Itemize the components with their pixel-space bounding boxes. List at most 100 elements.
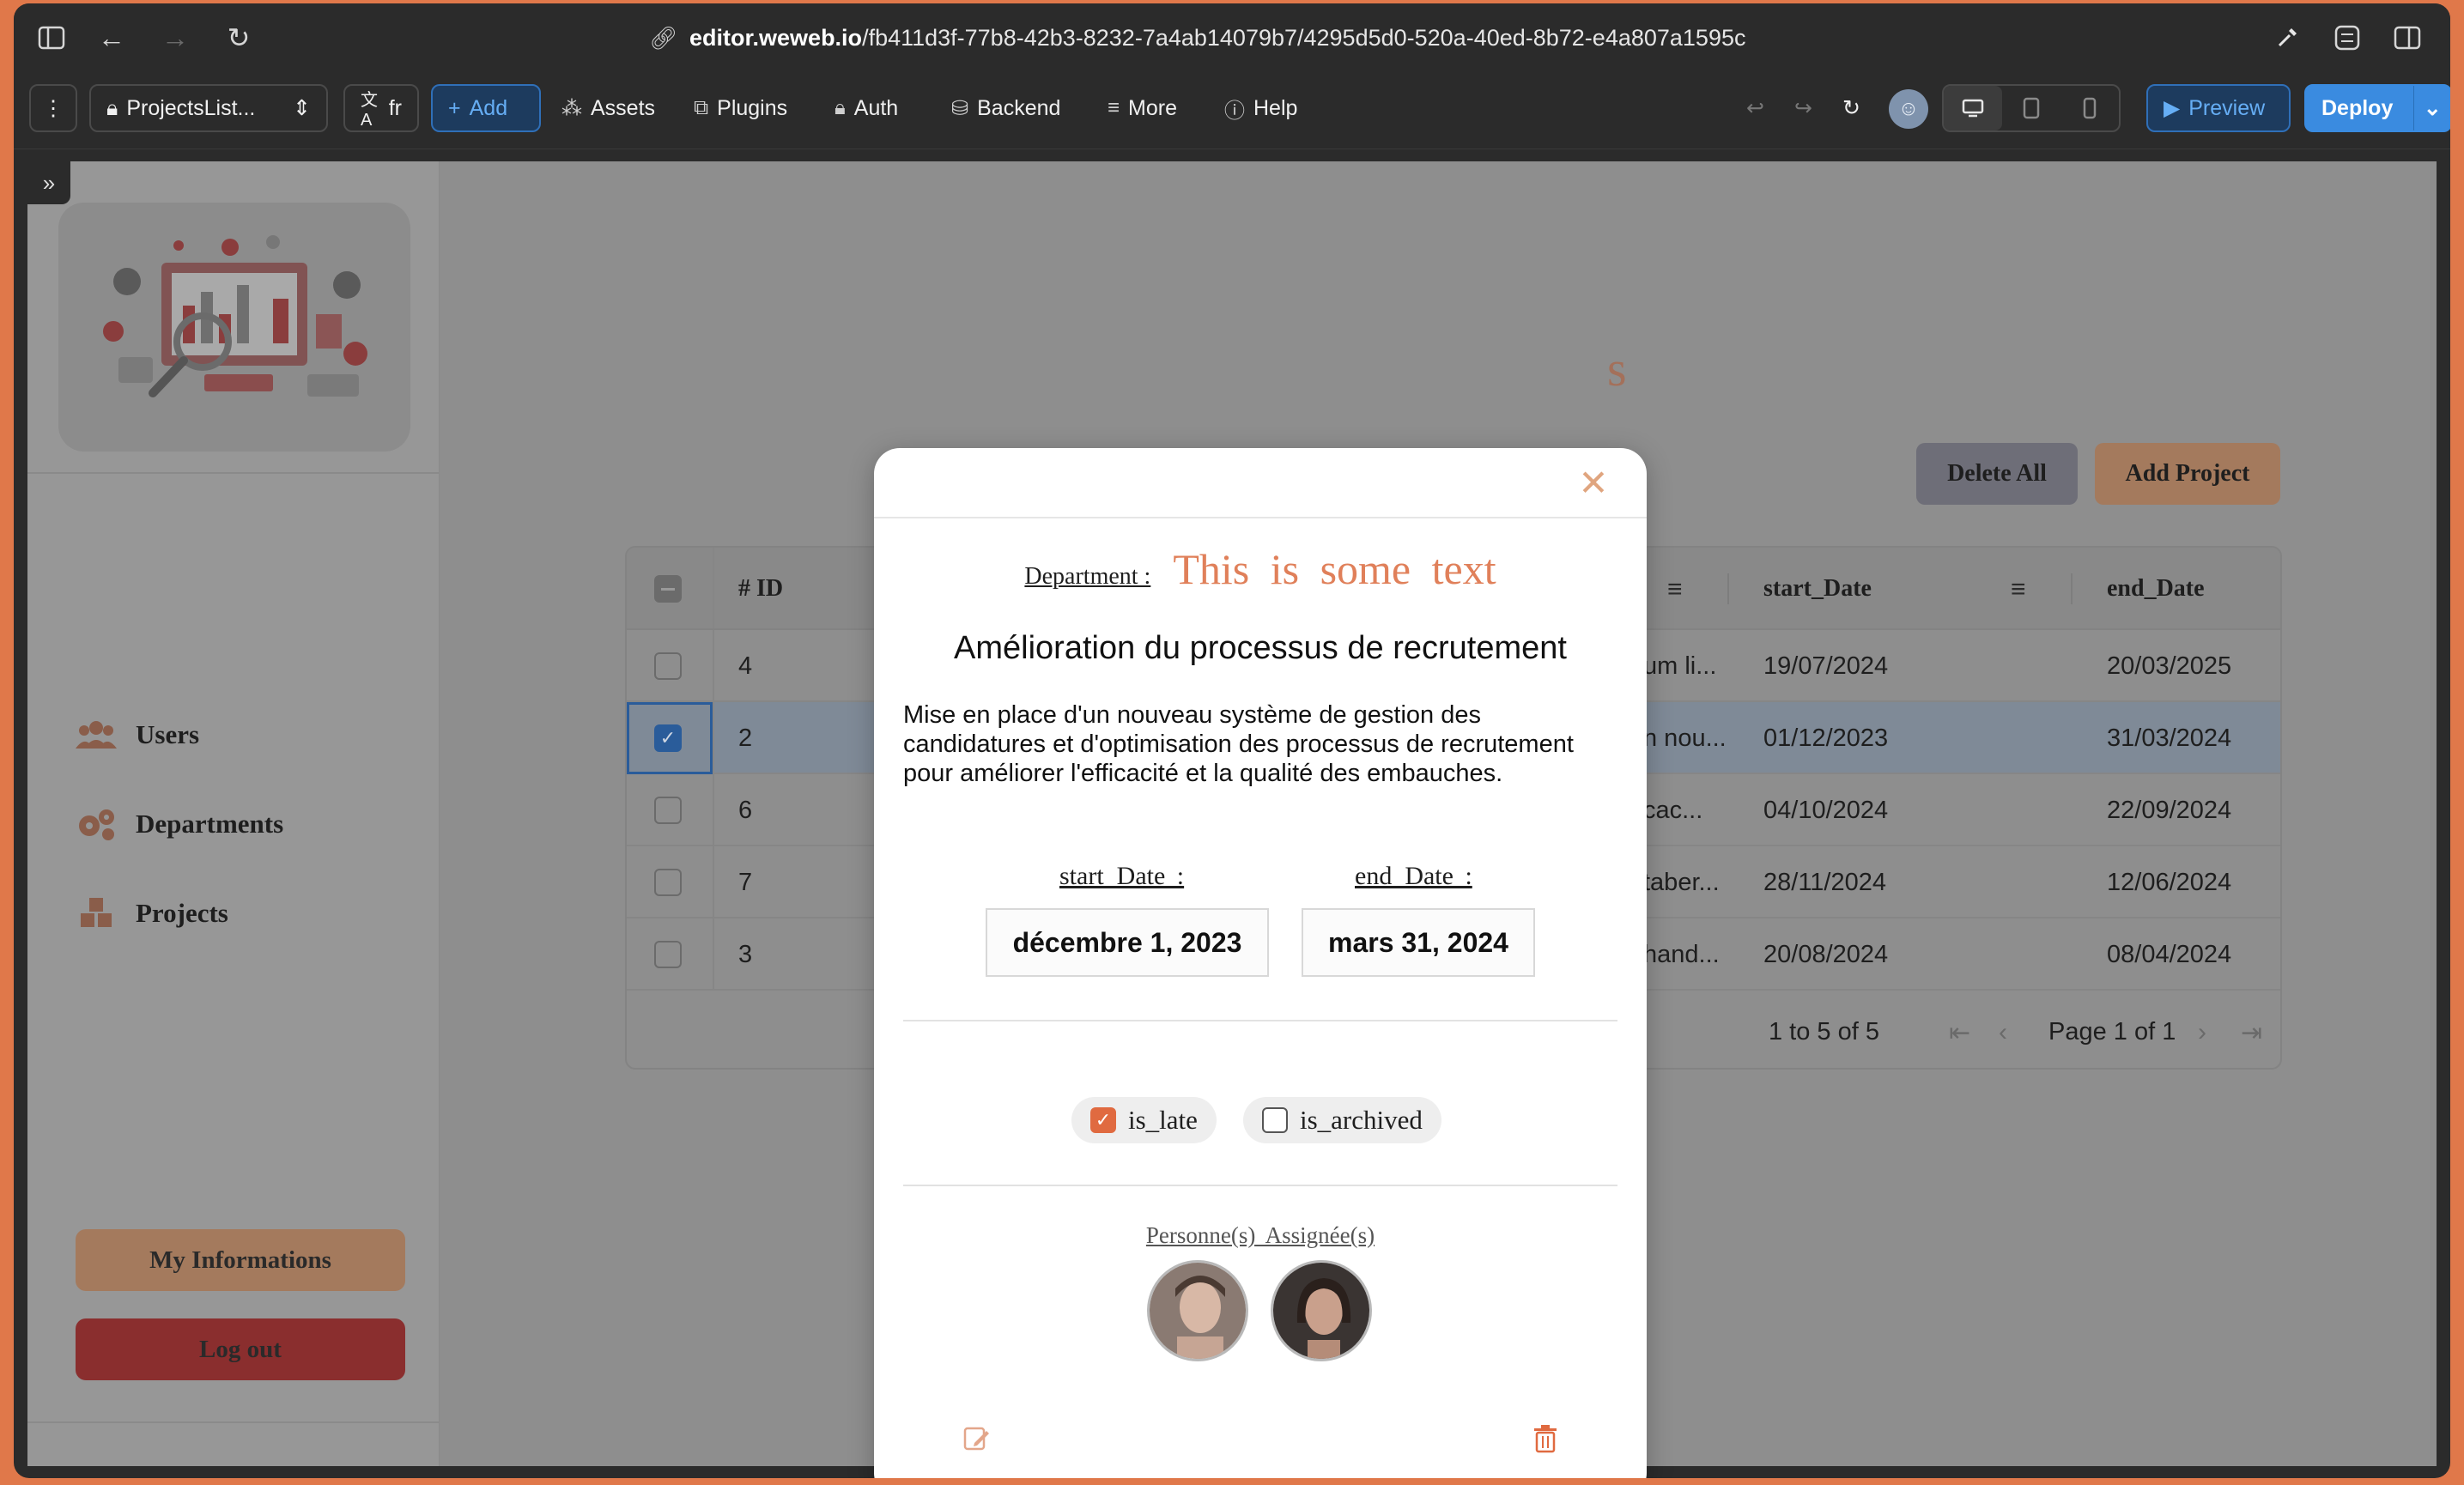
- row-checkbox-checked[interactable]: ✓: [654, 724, 682, 752]
- add-button[interactable]: + Add: [431, 84, 541, 132]
- row-divider: [713, 774, 714, 845]
- row-divider: [713, 702, 714, 773]
- header-end-date[interactable]: end_Date: [2107, 548, 2205, 630]
- forward-icon[interactable]: →: [156, 19, 194, 57]
- sidebar-item-users[interactable]: Users: [76, 709, 199, 761]
- breakpoint-switcher: [1942, 84, 2121, 132]
- help-icon: ⓘ: [1224, 99, 1245, 123]
- modal-header-divider: [874, 517, 1647, 518]
- plus-icon: +: [448, 95, 461, 120]
- last-page-icon[interactable]: ⇥: [2241, 1018, 2262, 1048]
- filter-icon[interactable]: ≡: [1667, 575, 1683, 604]
- row-divider: [713, 918, 714, 989]
- prev-page-icon[interactable]: ‹: [1999, 1018, 2007, 1047]
- row-checkbox[interactable]: [654, 652, 682, 680]
- hamburger-icon: ≡: [1108, 96, 1120, 119]
- assigned-persons-label: Personne(s) Assignée(s): [1145, 1222, 1375, 1248]
- cell-description: taber...: [1643, 868, 1720, 896]
- header-start-date[interactable]: start_Date: [1763, 548, 1872, 630]
- url-path: /fb411d3f-77b8-42b3-8232-7a4ab14079b7/42…: [862, 24, 1746, 51]
- is-archived-label: is_archived: [1300, 1105, 1423, 1135]
- deploy-button[interactable]: Deploy ⌄: [2304, 84, 2450, 132]
- desktop-icon[interactable]: [1944, 86, 2002, 130]
- lock-icon: 🔒︎: [106, 95, 118, 120]
- edit-icon[interactable]: [960, 1421, 994, 1456]
- help-menu[interactable]: ⓘ Help: [1224, 84, 1297, 132]
- row-checkbox[interactable]: [654, 797, 682, 824]
- assets-icon: ⁂: [561, 96, 582, 120]
- close-icon[interactable]: ✕: [1575, 463, 1612, 503]
- end-date-field[interactable]: mars 31, 2024: [1302, 908, 1535, 977]
- project-title: Amélioration du processus de recrutement: [954, 630, 1567, 666]
- cell-start-date: 19/07/2024: [1763, 652, 1889, 680]
- assignee-avatar[interactable]: [1147, 1260, 1248, 1361]
- reload-icon[interactable]: ↻: [220, 19, 258, 57]
- assets-menu[interactable]: ⁂ Assets: [561, 84, 655, 132]
- mobile-icon[interactable]: [2060, 86, 2119, 130]
- add-project-button[interactable]: Add Project: [2095, 443, 2280, 505]
- delete-all-button[interactable]: Delete All: [1916, 443, 2078, 505]
- trash-icon[interactable]: [1528, 1421, 1563, 1456]
- picker-icon[interactable]: [2268, 19, 2306, 57]
- assignee-avatar[interactable]: [1271, 1260, 1372, 1361]
- header-divider: [713, 548, 714, 628]
- user-avatar[interactable]: ☺: [1889, 89, 1928, 129]
- row-checkbox[interactable]: [654, 869, 682, 896]
- editor-window: ← → ↻ 🔗︎ editor.weweb.io/fb411d3f-77b8-4…: [14, 3, 2450, 1478]
- end-date-label: end_Date :: [1355, 862, 1472, 890]
- sidebar-item-projects[interactable]: Projects: [76, 888, 228, 939]
- address-bar[interactable]: 🔗︎ editor.weweb.io/fb411d3f-77b8-42b3-82…: [649, 21, 1745, 55]
- row-checkbox[interactable]: [654, 941, 682, 968]
- updown-icon: ⇕: [293, 96, 311, 120]
- link-icon: 🔗︎: [649, 24, 678, 51]
- assets-label: Assets: [591, 95, 656, 120]
- logout-button[interactable]: Log out: [76, 1318, 405, 1380]
- cell-id: 4: [738, 652, 753, 680]
- my-informations-button[interactable]: My Informations: [76, 1229, 405, 1291]
- chevron-down-icon[interactable]: ⌄: [2413, 86, 2450, 130]
- header-id[interactable]: # ID: [738, 548, 783, 630]
- menu-button[interactable]: ⋮: [29, 84, 77, 132]
- is-late-checkbox[interactable]: ✓: [1090, 1107, 1116, 1133]
- undo-icon[interactable]: ↩: [1746, 84, 1764, 132]
- filter-icon[interactable]: ≡: [2011, 575, 2026, 604]
- plugins-menu[interactable]: ⧉ Plugins: [694, 84, 787, 132]
- auth-menu[interactable]: 🔒︎ Auth: [834, 84, 898, 132]
- page-selector[interactable]: 🔒︎ ProjectsList... ⇕: [89, 84, 328, 132]
- database-icon: ⛁: [951, 96, 969, 120]
- translate-icon: 文A: [361, 91, 378, 130]
- is-archived-checkbox[interactable]: [1262, 1107, 1288, 1133]
- cell-description: um li...: [1643, 652, 1717, 680]
- cell-id: 3: [738, 940, 753, 968]
- lock-icon: 🔒︎: [834, 96, 846, 119]
- next-page-icon[interactable]: ›: [2198, 1018, 2206, 1047]
- more-label: More: [1128, 95, 1177, 120]
- cell-id: 6: [738, 796, 753, 824]
- first-page-icon[interactable]: ⇤: [1949, 1018, 1970, 1048]
- sidebar-toggle-icon[interactable]: [33, 19, 70, 57]
- refresh-icon[interactable]: ↻: [1842, 84, 1860, 132]
- language-selector[interactable]: 文A fr: [343, 84, 419, 132]
- check-icon: ✓: [659, 727, 677, 749]
- editor-canvas: Users Departments Projects My Informatio…: [27, 161, 2437, 1478]
- is-archived-toggle[interactable]: is_archived: [1243, 1097, 1441, 1143]
- redo-icon[interactable]: ↪: [1794, 84, 1812, 132]
- editor-toolbar: ⋮ 🔒︎ ProjectsList... ⇕ 文A fr + Add ⁂ Asse…: [14, 72, 2450, 149]
- cell-start-date: 28/11/2024: [1763, 868, 1886, 896]
- start-date-field[interactable]: décembre 1, 2023: [986, 908, 1269, 977]
- project-details-modal: ✕ Department : This is some text Amélior…: [874, 448, 1647, 1478]
- modal-divider: [903, 1185, 1617, 1186]
- split-view-icon[interactable]: [2388, 19, 2426, 57]
- expand-panel-icon[interactable]: »: [27, 161, 70, 204]
- settings-panel-icon[interactable]: [2328, 19, 2366, 57]
- select-all-checkbox[interactable]: [654, 575, 682, 603]
- column-divider: [2071, 573, 2073, 604]
- is-late-toggle[interactable]: ✓ is_late: [1071, 1097, 1217, 1143]
- tablet-icon[interactable]: [2002, 86, 2060, 130]
- backend-menu[interactable]: ⛁ Backend: [951, 84, 1060, 132]
- sidebar-item-departments[interactable]: Departments: [76, 798, 283, 850]
- cell-end-date: 31/03/2024: [2107, 724, 2232, 752]
- back-icon[interactable]: ←: [93, 19, 130, 57]
- more-menu[interactable]: ≡ More: [1108, 84, 1177, 132]
- preview-button[interactable]: ▶ Preview: [2146, 84, 2291, 132]
